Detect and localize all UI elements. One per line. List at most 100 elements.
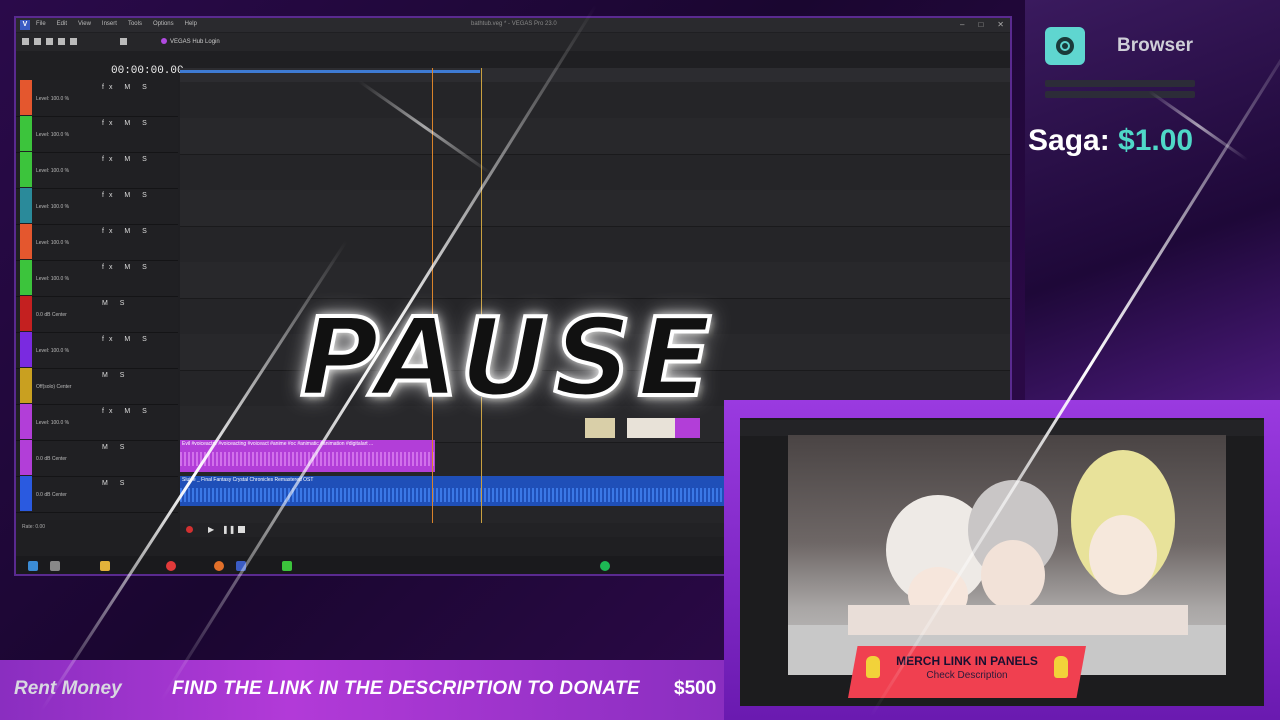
track-level: Level: 100.0 % bbox=[36, 348, 70, 354]
track-level: Level: 100.0 % bbox=[36, 204, 70, 210]
track-color bbox=[20, 188, 32, 223]
loop-region[interactable] bbox=[180, 70, 480, 73]
track-header[interactable]: Level: 100.0 % fx M S bbox=[16, 332, 178, 369]
track-controls[interactable]: fx M S bbox=[102, 84, 152, 91]
track-color bbox=[20, 332, 32, 367]
track-level: 0.0 dB Center bbox=[36, 312, 67, 318]
track-header[interactable]: Level: 100.0 % fx M S bbox=[16, 260, 178, 297]
rent-money-label: Rent Money bbox=[14, 678, 122, 699]
track-header[interactable]: 0.0 dB Center M S bbox=[16, 440, 178, 477]
merch-banner: MERCH LINK IN PANELS Check Description bbox=[848, 646, 1086, 698]
track-header[interactable]: Level: 100.0 % fx M S bbox=[16, 116, 178, 153]
app-icon[interactable] bbox=[282, 561, 292, 571]
track-lane[interactable] bbox=[180, 262, 1010, 299]
window-controls: – □ ✕ bbox=[960, 20, 1004, 29]
new-icon[interactable] bbox=[22, 38, 29, 45]
track-level: Level: 100.0 % bbox=[36, 276, 70, 282]
track-color bbox=[20, 80, 32, 115]
track-color bbox=[20, 116, 32, 151]
donate-amount: $500 bbox=[674, 678, 717, 699]
menu-options[interactable]: Options bbox=[153, 21, 174, 27]
clip-title: Sluice _ Final Fantasy Crystal Chronicle… bbox=[182, 477, 314, 483]
timecode-display: 00:00:00.00 bbox=[111, 65, 184, 77]
start-icon[interactable] bbox=[28, 561, 38, 571]
track-color bbox=[20, 260, 32, 295]
track-controls[interactable]: M S bbox=[102, 444, 129, 451]
stop-icon[interactable] bbox=[238, 526, 245, 533]
menu-view[interactable]: View bbox=[78, 21, 91, 27]
track-controls[interactable]: fx M S bbox=[102, 408, 152, 415]
track-lane[interactable] bbox=[180, 190, 1010, 227]
track-controls[interactable]: fx M S bbox=[102, 336, 152, 343]
track-color bbox=[20, 440, 32, 475]
track-controls[interactable]: M S bbox=[102, 300, 129, 307]
pause-overlay: PAUSE bbox=[298, 294, 1010, 426]
menu-edit[interactable]: Edit bbox=[57, 21, 67, 27]
track-controls[interactable]: fx M S bbox=[102, 192, 152, 199]
track-color bbox=[20, 368, 32, 403]
track-header[interactable]: Level: 100.0 % fx M S bbox=[16, 152, 178, 189]
play-icon[interactable]: ▶ bbox=[208, 525, 214, 534]
menu-help[interactable]: Help bbox=[185, 21, 197, 27]
track-lane[interactable] bbox=[180, 226, 1010, 263]
folder-icon[interactable] bbox=[100, 561, 110, 571]
browser-progress-bars bbox=[1045, 80, 1195, 102]
rate-label: Rate: 0.00 bbox=[22, 524, 46, 530]
track-level: Level: 100.0 % bbox=[36, 420, 70, 426]
saga-amount: $1.00 bbox=[1118, 124, 1194, 157]
track-header[interactable]: 0.0 dB Center M S bbox=[16, 296, 178, 333]
pause-title: PAUSE bbox=[298, 294, 718, 423]
track-controls[interactable]: fx M S bbox=[102, 264, 152, 271]
merch-subtitle: Check Description bbox=[926, 670, 1008, 681]
track-color bbox=[20, 404, 32, 439]
undo-icon[interactable] bbox=[120, 38, 127, 45]
track-header[interactable]: Level: 100.0 % fx M S bbox=[16, 224, 178, 261]
track-controls[interactable]: M S bbox=[102, 372, 129, 379]
track-controls[interactable]: M S bbox=[102, 480, 129, 487]
close-icon[interactable]: ✕ bbox=[997, 20, 1004, 29]
track-header[interactable]: 0.0 dB Center M S bbox=[16, 476, 178, 513]
browser-icon bbox=[1045, 27, 1085, 65]
track-controls[interactable]: fx M S bbox=[102, 120, 152, 127]
track-controls[interactable]: fx M S bbox=[102, 156, 152, 163]
track-header[interactable]: Level: 100.0 % fx M S bbox=[16, 188, 178, 225]
time-ruler[interactable] bbox=[180, 68, 1010, 82]
spotify-icon[interactable] bbox=[600, 561, 610, 571]
track-color bbox=[20, 152, 32, 187]
menu-tools[interactable]: Tools bbox=[128, 21, 142, 27]
menu-insert[interactable]: Insert bbox=[102, 21, 117, 27]
track-header[interactable]: Level: 100.0 % fx M S bbox=[16, 80, 178, 117]
track-level: 0.0 dB Center bbox=[36, 492, 67, 498]
audio-clip-blue[interactable]: Sluice _ Final Fantasy Crystal Chronicle… bbox=[180, 476, 725, 506]
saga-label: Saga: bbox=[1028, 124, 1110, 157]
track-controls[interactable]: fx M S bbox=[102, 228, 152, 235]
maximize-icon[interactable]: □ bbox=[978, 20, 983, 29]
title-bar: V File Edit View Insert Tools Options He… bbox=[16, 18, 1010, 32]
menu-file[interactable]: File bbox=[36, 21, 46, 27]
vegas-hub-login[interactable]: VEGAS Hub Login bbox=[161, 38, 220, 45]
save-icon[interactable] bbox=[46, 38, 53, 45]
track-headers: Level: 100.0 % fx M S Level: 100.0 % fx M … bbox=[16, 80, 178, 520]
record-icon[interactable] bbox=[186, 526, 193, 533]
minimize-icon[interactable]: – bbox=[960, 20, 964, 29]
render-icon[interactable] bbox=[58, 38, 65, 45]
track-lane[interactable] bbox=[180, 118, 1010, 155]
track-lane[interactable] bbox=[180, 82, 1010, 119]
track-level: Level: 100.0 % bbox=[36, 96, 70, 102]
browser-app-icon[interactable] bbox=[166, 561, 176, 571]
track-header[interactable]: Off(solo) Center M S bbox=[16, 368, 178, 405]
window-title: bathtub.veg * - VEGAS Pro 23.0 bbox=[471, 21, 557, 27]
track-color bbox=[20, 476, 32, 511]
track-level: Off(solo) Center bbox=[36, 384, 72, 390]
anime-preview-image bbox=[788, 435, 1226, 675]
track-lane[interactable] bbox=[180, 154, 1010, 191]
vegas-logo-icon: V bbox=[20, 20, 30, 30]
donate-message: FIND THE LINK IN THE DESCRIPTION TO DONA… bbox=[172, 678, 640, 699]
firefox-icon[interactable] bbox=[214, 561, 224, 571]
settings-icon[interactable] bbox=[70, 38, 77, 45]
open-icon[interactable] bbox=[34, 38, 41, 45]
menu-bar: File Edit View Insert Tools Options Help bbox=[36, 21, 197, 27]
pause-icon[interactable]: ❚❚ bbox=[222, 525, 235, 534]
search-icon[interactable] bbox=[50, 561, 60, 571]
track-header[interactable]: Level: 100.0 % fx M S bbox=[16, 404, 178, 441]
